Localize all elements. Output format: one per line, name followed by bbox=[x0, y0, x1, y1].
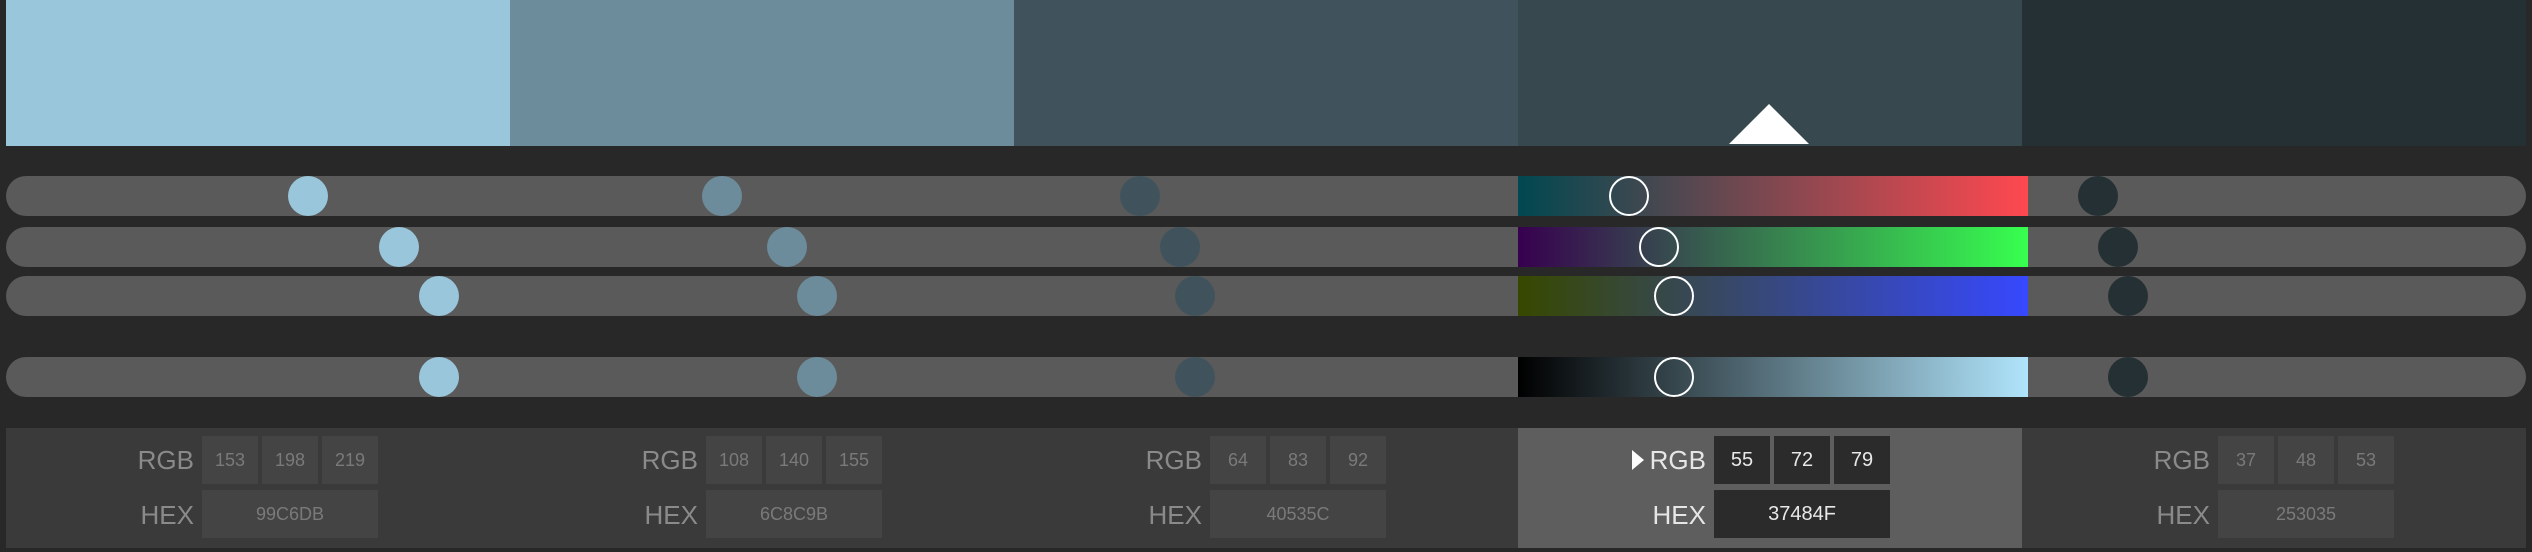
r-value-field[interactable]: 55 bbox=[1714, 436, 1770, 484]
channel-slider-track-r[interactable] bbox=[6, 176, 2526, 216]
color-swatch-3[interactable] bbox=[1014, 0, 1518, 146]
hex-value-field[interactable]: 40535C bbox=[1210, 490, 1386, 538]
rgb-label: RGB bbox=[1145, 445, 1202, 475]
channel-slider-track-b[interactable] bbox=[6, 276, 2526, 316]
color-value-panel-4: RGB HEX 55 72 79 37484F bbox=[1518, 428, 2022, 548]
slider-knob-r-2[interactable] bbox=[701, 176, 742, 216]
slider-knob-b-4[interactable] bbox=[1654, 276, 1695, 316]
r-value-field[interactable]: 64 bbox=[1210, 436, 1266, 484]
color-value-panel-1[interactable]: RGB HEX 153 198 219 99C6DB bbox=[6, 428, 510, 548]
rgb-label: RGB bbox=[137, 445, 194, 475]
r-value-field[interactable]: 153 bbox=[202, 436, 258, 484]
r-value-field[interactable]: 108 bbox=[706, 436, 762, 484]
g-value-field[interactable]: 72 bbox=[1774, 436, 1830, 484]
slider-knob-g-2[interactable] bbox=[767, 227, 808, 267]
slider-knob-r-4[interactable] bbox=[1608, 176, 1649, 216]
b-value-field[interactable]: 219 bbox=[322, 436, 378, 484]
color-value-panel-3[interactable]: RGB HEX 64 83 92 40535C bbox=[1014, 428, 1518, 548]
hex-label: HEX bbox=[1148, 500, 1202, 530]
g-value-field[interactable]: 48 bbox=[2278, 436, 2334, 484]
slider-knob-b-5[interactable] bbox=[2107, 276, 2148, 316]
color-swatch-1[interactable] bbox=[6, 0, 510, 146]
b-value-field[interactable]: 53 bbox=[2338, 436, 2394, 484]
slider-knob-l-4[interactable] bbox=[1654, 357, 1695, 397]
channel-slider-track-l[interactable] bbox=[6, 357, 2526, 397]
hex-value-field[interactable]: 253035 bbox=[2218, 490, 2394, 538]
rgb-label: RGB bbox=[1649, 445, 1706, 475]
hex-value-field[interactable]: 37484F bbox=[1714, 490, 1890, 538]
palette-editor: RGB HEX 153 198 219 99C6DB RGB HEX 108 140 155 6C8C… bbox=[0, 0, 2532, 552]
slider-knob-g-5[interactable] bbox=[2097, 227, 2138, 267]
channel-gradient-r bbox=[1518, 176, 2028, 216]
g-value-field[interactable]: 83 bbox=[1270, 436, 1326, 484]
slider-knob-l-5[interactable] bbox=[2107, 357, 2148, 397]
color-swatch-5[interactable] bbox=[2022, 0, 2526, 146]
hex-value-field[interactable]: 99C6DB bbox=[202, 490, 378, 538]
rgb-label: RGB bbox=[2153, 445, 2210, 475]
hex-label: HEX bbox=[644, 500, 698, 530]
r-value-field[interactable]: 37 bbox=[2218, 436, 2274, 484]
slider-knob-r-3[interactable] bbox=[1120, 176, 1160, 216]
g-value-field[interactable]: 140 bbox=[766, 436, 822, 484]
g-value-field[interactable]: 198 bbox=[262, 436, 318, 484]
channel-gradient-g bbox=[1518, 227, 2028, 267]
b-value-field[interactable]: 79 bbox=[1834, 436, 1890, 484]
selected-swatch-indicator bbox=[1729, 104, 1809, 144]
color-value-panel-5[interactable]: RGB HEX 37 48 53 253035 bbox=[2022, 428, 2526, 548]
channel-gradient-l bbox=[1518, 357, 2028, 397]
hex-label: HEX bbox=[1652, 500, 1706, 530]
hex-label: HEX bbox=[140, 500, 194, 530]
slider-knob-r-5[interactable] bbox=[2077, 176, 2118, 216]
hex-label: HEX bbox=[2156, 500, 2210, 530]
hex-value-field[interactable]: 6C8C9B bbox=[706, 490, 882, 538]
color-swatch-2[interactable] bbox=[510, 0, 1014, 146]
slider-knob-g-4[interactable] bbox=[1639, 227, 1680, 267]
slider-knob-g-1[interactable] bbox=[379, 227, 420, 267]
b-value-field[interactable]: 155 bbox=[826, 436, 882, 484]
rgb-label: RGB bbox=[641, 445, 698, 475]
b-value-field[interactable]: 92 bbox=[1330, 436, 1386, 484]
color-value-panel-2[interactable]: RGB HEX 108 140 155 6C8C9B bbox=[510, 428, 1014, 548]
channel-gradient-b bbox=[1518, 276, 2028, 316]
